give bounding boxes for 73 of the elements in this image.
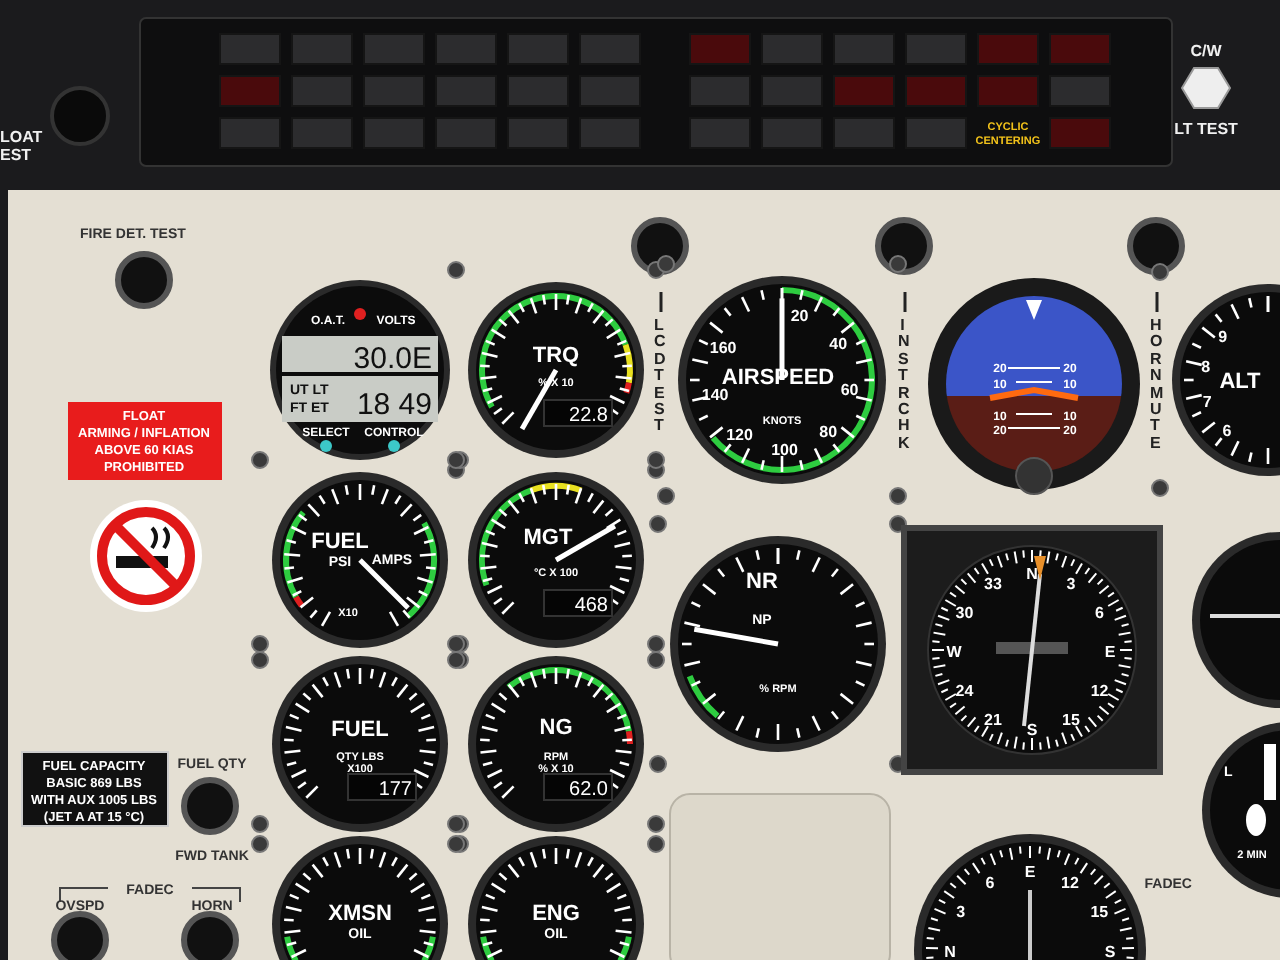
toggle-knob[interactable] (50, 86, 110, 146)
heading-number: 15 (1062, 710, 1080, 729)
gauge-label: ALT (1219, 370, 1261, 394)
scale-number: 7 (1202, 393, 1212, 412)
toggle-knob[interactable] (51, 911, 109, 960)
switch-label: LOAT (0, 128, 43, 146)
heading-number: 30 (955, 604, 974, 622)
heading-number: 3 (956, 903, 966, 921)
heading-number: 21 (984, 710, 1002, 729)
scale-number: 120 (726, 426, 753, 445)
heading-number: E (1104, 643, 1116, 661)
heading-number: N (944, 943, 956, 960)
toggle-knob[interactable] (181, 911, 239, 960)
screw-icon (447, 261, 465, 279)
scale-number: 80 (819, 422, 838, 441)
gauge-label: FUEL (331, 718, 389, 742)
scale-number: 100 (771, 440, 798, 459)
digital-readout (543, 399, 613, 427)
gauge-label: ENG (532, 902, 580, 926)
select-button[interactable] (320, 440, 332, 452)
heading-number: S (1104, 943, 1116, 960)
heading-number: 12 (1090, 682, 1109, 700)
screw-icon (1151, 263, 1169, 281)
heading-number: 3 (1066, 575, 1076, 594)
no-smoking-icon (90, 500, 202, 612)
gauge-label: XMSN (328, 902, 392, 926)
control-button[interactable] (388, 440, 400, 452)
readout-value: 177 (378, 779, 412, 801)
heading-number: E (1024, 863, 1036, 881)
screw-icon (889, 255, 907, 273)
gauge-label: FUEL (311, 530, 369, 554)
toggle-knob[interactable] (115, 251, 173, 309)
lcd-value: 18 49 (356, 388, 432, 422)
scale-number: 9 (1218, 327, 1228, 346)
scale-number: 40 (829, 334, 848, 353)
screw-icon (649, 755, 667, 773)
heading-number: W (946, 643, 962, 661)
switch-label: HORN MUTE (1150, 318, 1159, 453)
scale-number: 8 (1201, 358, 1211, 377)
lamp-test-button[interactable] (1180, 67, 1232, 109)
heading-number: 6 (1095, 604, 1104, 622)
lcd-value: 30.0E (353, 342, 432, 376)
scale-number: 160 (709, 339, 737, 357)
digital-readout (543, 773, 613, 801)
digital-readout (347, 773, 417, 801)
switch-label: C/W (1190, 42, 1222, 60)
scale-number: 6 (1222, 422, 1232, 441)
switch-label: LT TEST (1174, 120, 1238, 138)
scale-number: 60 (840, 380, 859, 399)
digital-readout (543, 589, 613, 617)
screw-icon (1151, 479, 1169, 497)
switch-label: EST (0, 146, 32, 164)
gauge-label: TRQ (532, 344, 580, 368)
gauge-label: MGT (523, 526, 573, 550)
scale-number: 140 (701, 385, 729, 404)
heading-number: 6 (985, 873, 995, 892)
scale-number: 20 (790, 307, 809, 326)
heading-number: 15 (1090, 903, 1109, 921)
switch-label: INSTR CHK (898, 318, 907, 453)
heading-number: S (1026, 721, 1038, 739)
gauge-label: NG (539, 716, 573, 740)
toggle-knob[interactable] (181, 777, 239, 835)
readout-value: 62.0 (569, 779, 608, 801)
heading-number: 33 (984, 575, 1002, 594)
gauge-label: NR (746, 570, 778, 594)
heading-number: N (1026, 565, 1038, 583)
readout-value: 468 (574, 595, 608, 617)
readout-value: 22.8 (569, 405, 608, 427)
screw-icon (251, 451, 269, 469)
switch-label: LCD TEST (654, 318, 663, 436)
heading-number: 24 (955, 682, 974, 700)
gauge-label: AIRSPEED (721, 366, 835, 390)
heading-number: 12 (1061, 873, 1079, 892)
